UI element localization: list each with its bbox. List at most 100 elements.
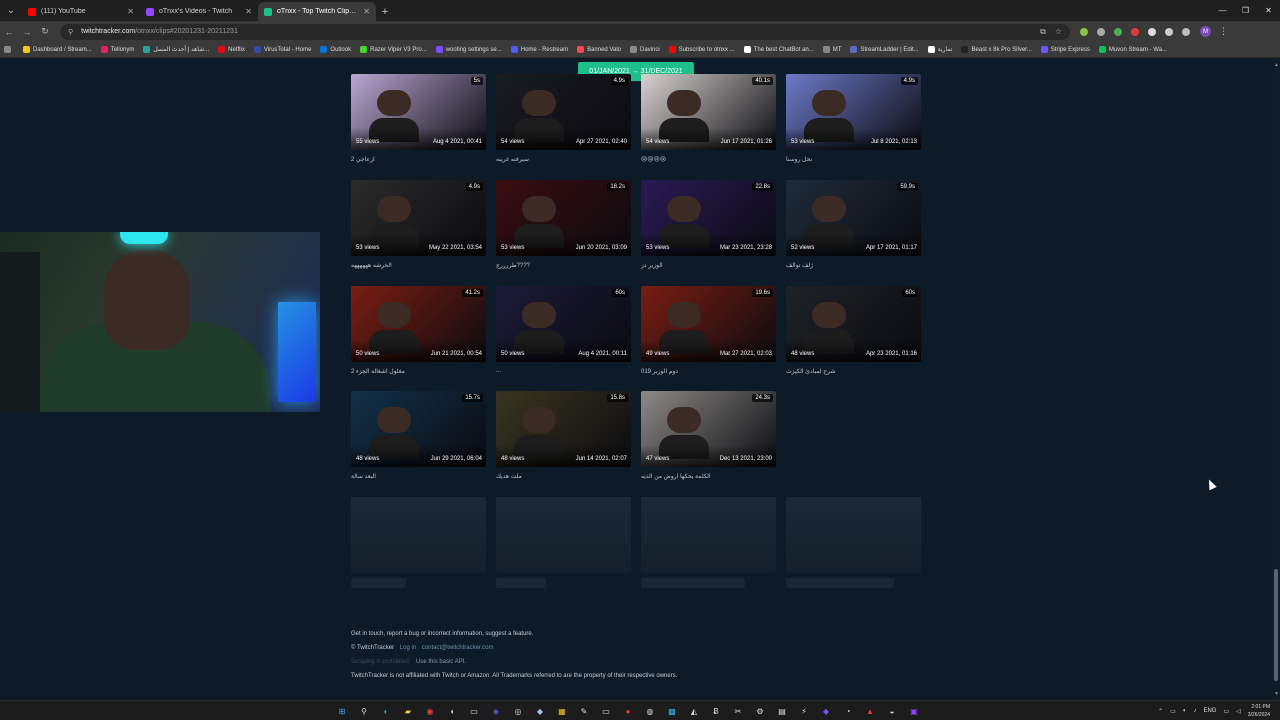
bookmark-item[interactable]: wooting settings se... <box>435 46 502 53</box>
bookmark-folder[interactable]: MT <box>822 46 841 53</box>
app-icon[interactable]: ◭ <box>686 704 702 718</box>
clip-thumbnail[interactable]: 4.9s 53 views May 22 2021, 03:54 <box>351 180 486 256</box>
new-tab-button[interactable]: + <box>376 2 394 21</box>
app-icon[interactable]: ▭ <box>466 704 482 718</box>
clip-thumbnail[interactable]: 15.8s 48 views Jun 14 2021, 02:07 <box>496 391 631 467</box>
app-icon[interactable]: ◖ <box>444 704 460 718</box>
clip-title[interactable]: ژلف توالف <box>786 262 921 269</box>
bookmark-item[interactable]: Subscribe to otnxx ... <box>668 46 735 53</box>
app-icon[interactable]: ▤ <box>774 704 790 718</box>
edge-icon[interactable]: ◐ <box>378 704 394 718</box>
clip-card[interactable]: 40.1s 54 views Jun 17 2021, 01:26 😢😢😢😢 <box>641 74 776 163</box>
install-app-icon[interactable]: ⧉ <box>1040 27 1046 37</box>
close-tab-icon[interactable]: ✕ <box>363 7 370 16</box>
bookmark-item[interactable]: Beast x 8k Pro Silver... <box>961 46 1032 53</box>
app-icon[interactable]: ◔ <box>840 704 856 718</box>
bookmark-item[interactable]: The best ChatBot an... <box>743 46 814 53</box>
bookmark-item[interactable]: Home - Restream <box>510 46 568 53</box>
steam-icon[interactable]: ◆ <box>532 704 548 718</box>
app-tray-icon[interactable]: ▭ <box>1170 708 1176 715</box>
clip-title[interactable]: سيرفنه غريبه <box>496 156 631 163</box>
minimize-icon[interactable]: — <box>1211 0 1234 21</box>
clip-card[interactable]: 15.8s 48 views Jun 14 2021, 02:07 ملت هديك <box>496 391 631 480</box>
clip-card[interactable]: 4.9s 53 views Jul 8 2021, 02:13 تحل روسنا <box>786 74 921 163</box>
app-icon[interactable]: ▦ <box>554 704 570 718</box>
bookmark-item[interactable]: Outlook <box>320 46 351 53</box>
clip-thumbnail[interactable]: 4.9s 54 views Apr 27 2021, 02:40 <box>496 74 631 150</box>
clock[interactable]: 2:01 PM 3/26/2024 <box>1248 703 1270 719</box>
tab-twitchtracker[interactable]: oTnxx - Top Twitch Clips - Twitc ✕ <box>258 2 376 21</box>
clip-title[interactable]: ... <box>496 368 631 374</box>
apps-grid-icon[interactable] <box>4 46 14 53</box>
record-icon[interactable]: ● <box>620 704 636 718</box>
extension-icon[interactable] <box>1148 27 1156 36</box>
clip-card[interactable]: 19.6s 49 views Mar 27 2021, 02:03 دوم الوزي… <box>641 286 776 375</box>
tab-search-icon[interactable]: ⌄ <box>0 0 22 21</box>
clip-card[interactable]: 41.2s 50 views Jun 21 2021, 00:54 مغلول اشغ… <box>351 286 486 375</box>
bookmark-item[interactable]: Netflix <box>218 46 245 53</box>
microphone-icon[interactable]: ♪ <box>1193 708 1196 714</box>
bookmark-item[interactable]: StreamLadder | Edit... <box>850 46 919 53</box>
app-icon[interactable]: ⚡ <box>796 704 812 718</box>
app-icon[interactable]: ✂ <box>730 704 746 718</box>
clip-thumbnail[interactable]: 41.2s 50 views Jun 21 2021, 00:54 <box>351 286 486 362</box>
settings-icon[interactable]: ⚙ <box>752 704 768 718</box>
close-tab-icon[interactable]: ✕ <box>127 7 134 16</box>
bookmark-item[interactable]: VirusTotal - Home <box>253 46 311 53</box>
file-explorer-icon[interactable]: ▰ <box>400 704 416 718</box>
clip-card[interactable]: 22.8s 53 views Mar 23 2021, 23:28 الوزير دز <box>641 180 776 269</box>
extension-icon[interactable] <box>1097 27 1105 36</box>
network-icon[interactable]: ▭ <box>1223 708 1229 715</box>
windows-start-icon[interactable]: ⊞ <box>334 704 350 718</box>
chevron-up-icon[interactable]: ⌃ <box>1158 708 1163 715</box>
clip-thumbnail[interactable]: 59.9s 52 views Apr 17 2021, 01:17 <box>786 180 921 256</box>
clip-title[interactable]: الوزير دز <box>641 262 776 269</box>
clip-title[interactable]: ملت هديك <box>496 473 631 480</box>
clip-card[interactable]: 15.7s 48 views Jun 29 2021, 06:04 البعد سال… <box>351 391 486 480</box>
clip-title[interactable]: طررررج???? <box>496 262 631 269</box>
bookmark-item[interactable]: Banned Valo <box>577 46 621 53</box>
app-tray-icon[interactable]: ◐ <box>1183 708 1187 714</box>
volume-icon[interactable]: ◁ <box>1236 708 1241 715</box>
extension-icon[interactable] <box>1165 27 1173 36</box>
clip-card[interactable]: 24.3s 47 views Dec 13 2021, 23:00 الكلمة يح… <box>641 391 776 480</box>
clip-card[interactable]: 59.9s 52 views Apr 17 2021, 01:17 ژلف توالف <box>786 180 921 269</box>
contact-email-link[interactable]: contact@twitchtracker.com <box>422 645 494 651</box>
app-icon[interactable]: ▩ <box>664 704 680 718</box>
clip-title[interactable]: 😢😢😢😢 <box>641 156 776 163</box>
clip-title[interactable]: ازعاجي 2 <box>351 156 486 163</box>
search-icon[interactable]: ⚲ <box>356 704 372 718</box>
tab-youtube[interactable]: (111) YouTube ✕ <box>22 2 140 21</box>
clip-thumbnail[interactable]: 22.8s 53 views Mar 23 2021, 23:28 <box>641 180 776 256</box>
clip-title[interactable]: البعد سالة <box>351 473 486 480</box>
clip-thumbnail[interactable]: 40.1s 54 views Jun 17 2021, 01:26 <box>641 74 776 150</box>
reload-icon[interactable]: ↻ <box>36 23 54 41</box>
clip-card[interactable]: 4.9s 54 views Apr 27 2021, 02:40 سيرفنه غري… <box>496 74 631 163</box>
clip-card[interactable]: 60s 48 views Apr 23 2021, 01:16 شرح لمبادئ … <box>786 286 921 375</box>
scroll-up-icon[interactable]: ▲ <box>1274 62 1279 68</box>
clip-card[interactable]: 5s 55 views Aug 4 2021, 00:41 ازعاجي 2 <box>351 74 486 163</box>
clip-title[interactable]: الكلمة يحكها اروض من الذيه <box>641 473 776 480</box>
app-icon[interactable]: ▭ <box>598 704 614 718</box>
bookmark-item[interactable]: تمارية <box>927 46 952 53</box>
clip-thumbnail[interactable]: 60s 50 views Aug 4 2021, 00:11 <box>496 286 631 362</box>
chrome-icon[interactable]: ◉ <box>422 704 438 718</box>
app-icon[interactable]: Ƀ <box>708 704 724 718</box>
clip-title[interactable]: شرح لمبادئ الكيزت <box>786 368 921 375</box>
extensions-puzzle-icon[interactable] <box>1182 27 1190 36</box>
clip-thumbnail[interactable]: 5s 55 views Aug 4 2021, 00:41 <box>351 74 486 150</box>
clip-thumbnail[interactable]: 15.7s 48 views Jun 29 2021, 06:04 <box>351 391 486 467</box>
page-scrollbar[interactable]: ▲ ▼ <box>1272 59 1280 700</box>
extension-icon[interactable] <box>1131 27 1139 36</box>
login-link[interactable]: Log in <box>400 645 416 651</box>
bookmark-item[interactable]: Muvon Stream - Wa... <box>1098 46 1167 53</box>
bookmark-item[interactable]: شاهد | أحدث المسل... <box>143 46 209 53</box>
language-indicator[interactable]: ENG <box>1203 708 1216 714</box>
back-icon[interactable]: ← <box>0 23 18 41</box>
clip-card[interactable]: 4.9s 53 views May 22 2021, 03:54 الخرشه ههه… <box>351 180 486 269</box>
clip-thumbnail[interactable]: 19.6s 49 views Mar 27 2021, 02:03 <box>641 286 776 362</box>
clip-card[interactable]: 18.2s 53 views Jun 20 2021, 03:09 طررررج???… <box>496 180 631 269</box>
browser-menu-icon[interactable]: ⋮ <box>1219 26 1228 37</box>
clip-title[interactable]: دوم الوزير 019 <box>641 368 776 375</box>
clip-title[interactable]: تحل روسنا <box>786 156 921 163</box>
